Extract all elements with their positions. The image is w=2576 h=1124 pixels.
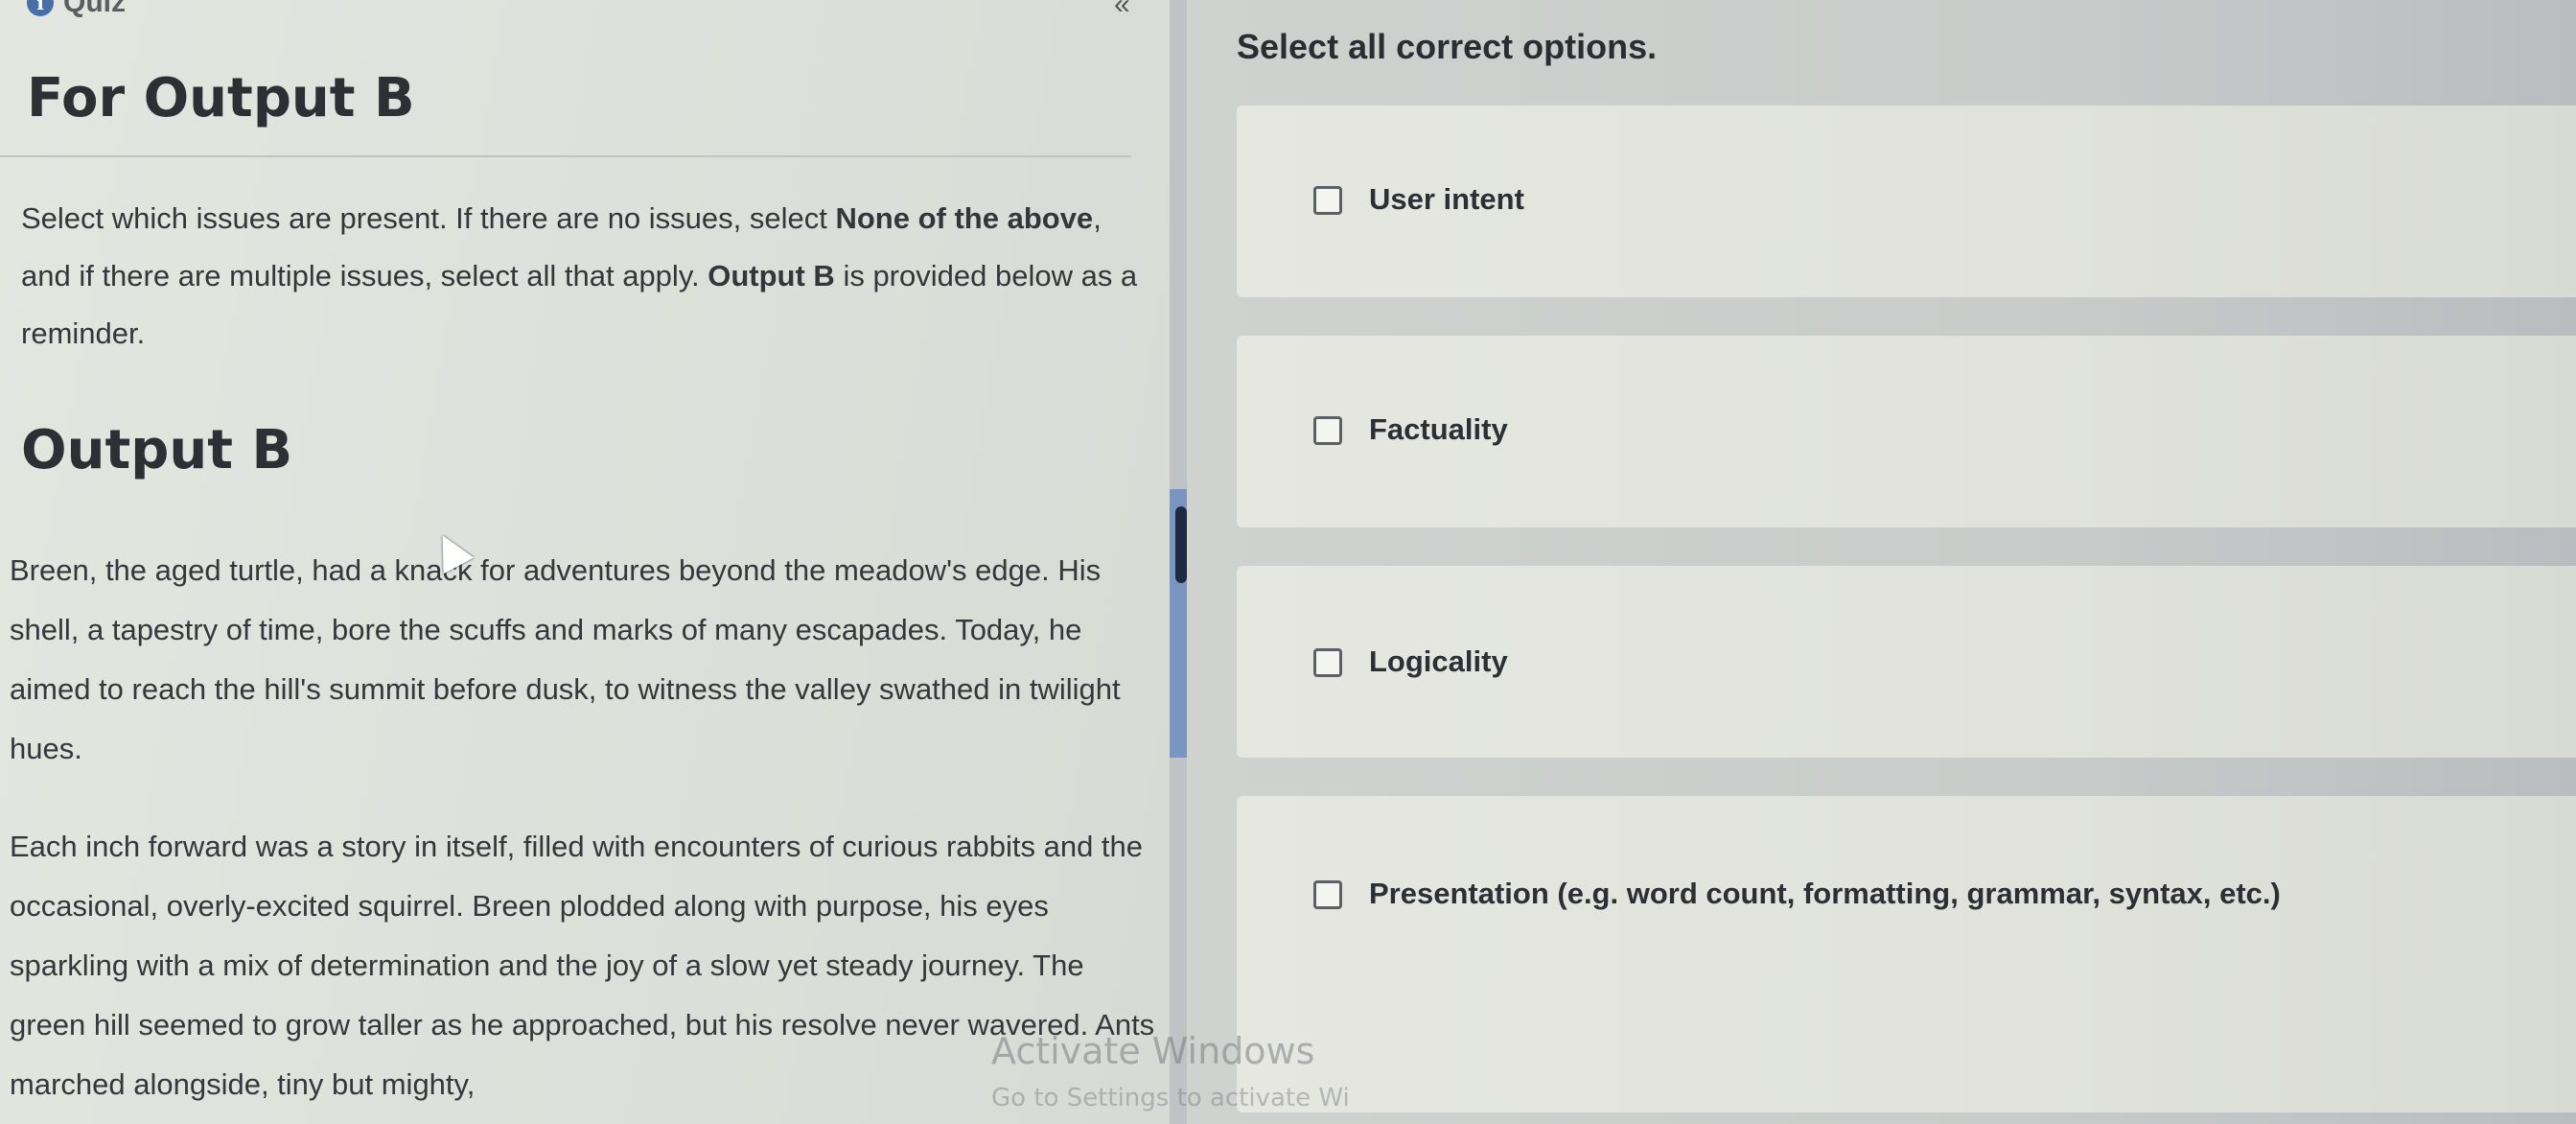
output-story: Breen, the aged turtle, had a knack for …: [10, 541, 1160, 1114]
divider: [0, 155, 1131, 157]
instructions-bold: None of the above: [835, 201, 1094, 235]
collapse-chevron-icon[interactable]: «: [1114, 0, 1130, 21]
info-icon: i: [27, 0, 54, 16]
scrollbar-thumb[interactable]: [1175, 506, 1187, 583]
checkbox[interactable]: [1313, 880, 1342, 909]
story-paragraph: Each inch forward was a story in itself,…: [10, 830, 1155, 1101]
question-pane: i Quiz « For Output B Select which issue…: [0, 0, 1172, 1124]
quiz-tab[interactable]: i Quiz: [27, 0, 126, 19]
activate-windows-subtitle: Go to Settings to activate Wi: [991, 1084, 1350, 1112]
story-paragraph: Breen, the aged turtle, had a knack for …: [10, 553, 1121, 765]
activate-windows-watermark: Activate Windows: [991, 1030, 1315, 1072]
checkbox[interactable]: [1313, 186, 1342, 215]
option-presentation[interactable]: Presentation (e.g. word count, formattin…: [1237, 796, 2576, 1112]
options-prompt: Select all correct options.: [1237, 27, 1658, 66]
option-label: Logicality: [1369, 644, 1508, 678]
options-pane: Select all correct options. User intent …: [1187, 0, 2576, 1124]
instructions-text: Select which issues are present. If ther…: [21, 190, 1143, 363]
option-factuality[interactable]: Factuality: [1237, 336, 2576, 527]
section-title: For Output B: [27, 67, 415, 129]
checkbox[interactable]: [1313, 416, 1342, 445]
option-logicality[interactable]: Logicality: [1237, 566, 2576, 758]
option-user-intent[interactable]: User intent: [1237, 105, 2576, 297]
option-label: User intent: [1369, 182, 1524, 216]
option-label: Factuality: [1369, 412, 1508, 446]
option-label: Presentation (e.g. word count, formattin…: [1369, 877, 2281, 910]
quiz-tab-label: Quiz: [63, 0, 126, 18]
output-title: Output B: [21, 419, 293, 481]
instructions-bold: Output B: [708, 259, 835, 293]
instructions-part: Select which issues are present. If ther…: [21, 201, 836, 235]
checkbox[interactable]: [1313, 648, 1342, 677]
